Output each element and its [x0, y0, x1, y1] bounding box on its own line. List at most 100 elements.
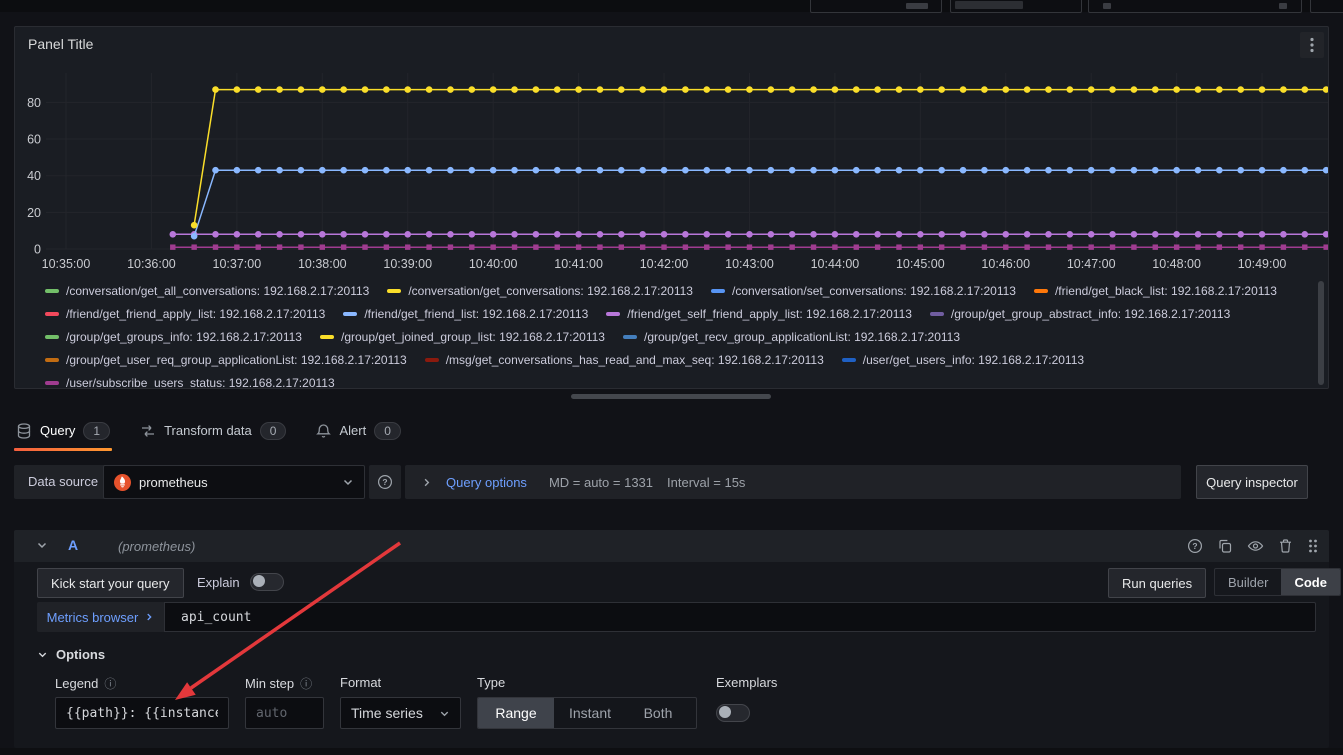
series-label: /group/get_group_abstract_info: 192.168.… [951, 307, 1230, 321]
tab-transform-data[interactable]: Transform data 0 [138, 410, 288, 451]
tab-label: Alert [339, 423, 366, 438]
run-queries-button[interactable]: Run queries [1108, 568, 1206, 598]
tab-label: Transform data [164, 423, 252, 438]
datasource-value: prometheus [139, 475, 334, 490]
legend-item[interactable]: /msg/get_conversations_has_read_and_max_… [425, 348, 824, 371]
series-label: /group/get_user_req_group_applicationLis… [66, 353, 407, 367]
series-color-marker [930, 312, 944, 316]
datasource-row: Data source prometheus ? Query options M… [14, 465, 1329, 499]
format-select[interactable]: Time series [340, 697, 461, 729]
legend-item[interactable]: /conversation/get_conversations: 192.168… [387, 279, 693, 302]
max-data-points-summary: MD = auto = 1331 [549, 475, 653, 490]
format-value: Time series [351, 705, 423, 721]
drag-query-handle-icon[interactable] [1307, 538, 1319, 554]
database-icon [16, 423, 32, 439]
panel-resize-handle[interactable] [571, 394, 771, 399]
svg-text:10:38:00: 10:38:00 [298, 257, 347, 271]
topbar-control[interactable] [950, 0, 1082, 13]
metrics-browser-button[interactable]: Metrics browser [37, 602, 164, 632]
chevron-down-icon [37, 649, 48, 660]
legend-item[interactable]: /group/get_user_req_group_applicationLis… [45, 348, 407, 371]
series-label: /msg/get_conversations_has_read_and_max_… [446, 353, 824, 367]
query-datasource-hint: (prometheus) [118, 539, 195, 554]
tab-count-badge: 0 [260, 422, 287, 440]
legend-scrollbar[interactable] [1318, 281, 1324, 385]
type-range-option[interactable]: Range [478, 698, 554, 728]
legend-item[interactable]: /conversation/set_conversations: 192.168… [711, 279, 1016, 302]
legend-item[interactable]: /friend/get_self_friend_apply_list: 192.… [606, 302, 912, 325]
legend-item[interactable]: /user/subscribe_users_status: 192.168.2.… [45, 371, 335, 389]
legend-item[interactable]: /friend/get_friend_list: 192.168.2.17:20… [343, 302, 588, 325]
svg-text:10:40:00: 10:40:00 [469, 257, 518, 271]
legend-item[interactable]: /group/get_group_abstract_info: 192.168.… [930, 302, 1230, 325]
chevron-down-icon [439, 708, 450, 719]
series-color-marker [343, 312, 357, 316]
legend-item[interactable]: /friend/get_black_list: 192.168.2.17:201… [1034, 279, 1277, 302]
svg-text:10:41:00: 10:41:00 [554, 257, 603, 271]
legend-item[interactable]: /group/get_joined_group_list: 192.168.2.… [320, 325, 605, 348]
bottom-edge [0, 748, 1343, 755]
options-section-toggle[interactable]: Options [37, 647, 105, 662]
type-both-option[interactable]: Both [626, 698, 690, 728]
svg-text:10:37:00: 10:37:00 [213, 257, 262, 271]
query-actions: ? [1187, 538, 1319, 554]
svg-text:10:35:00: 10:35:00 [42, 257, 91, 271]
options-header-label: Options [56, 647, 105, 662]
series-color-marker [623, 335, 637, 339]
tab-query[interactable]: Query 1 [14, 410, 112, 451]
exemplars-toggle[interactable] [716, 704, 750, 722]
datasource-label: Data source [14, 465, 112, 499]
series-color-marker [320, 335, 334, 339]
info-icon: ⓘ [300, 675, 312, 692]
svg-text:10:44:00: 10:44:00 [811, 257, 860, 271]
legend-item[interactable]: /user/get_users_info: 192.168.2.17:20113 [842, 348, 1084, 371]
series-color-marker [425, 358, 439, 362]
explain-toggle[interactable] [250, 573, 284, 591]
svg-text:20: 20 [27, 206, 41, 220]
topbar-control[interactable] [810, 0, 942, 13]
legend-item[interactable]: /group/get_recv_group_applicationList: 1… [623, 325, 960, 348]
type-instant-option[interactable]: Instant [554, 698, 626, 728]
svg-text:10:46:00: 10:46:00 [981, 257, 1030, 271]
delete-query-icon[interactable] [1278, 538, 1293, 554]
collapse-query-icon[interactable] [36, 539, 48, 551]
min-step-input[interactable] [245, 697, 324, 729]
topbar-control[interactable] [1310, 0, 1343, 13]
editor-mode-switch: Builder Code [1214, 568, 1341, 596]
series-label: /friend/get_friend_list: 192.168.2.17:20… [364, 307, 588, 321]
code-mode-option[interactable]: Code [1281, 569, 1340, 595]
builder-mode-option[interactable]: Builder [1215, 569, 1281, 595]
series-label: /conversation/get_all_conversations: 192… [66, 284, 369, 298]
topbar-control[interactable] [1088, 0, 1302, 13]
chevron-right-icon [421, 477, 432, 488]
series-label: /group/get_groups_info: 192.168.2.17:201… [66, 330, 302, 344]
legend-item[interactable]: /group/get_groups_info: 192.168.2.17:201… [45, 325, 302, 348]
prometheus-icon [114, 474, 131, 491]
legend-format-input[interactable] [55, 697, 229, 729]
info-icon: ⓘ [104, 675, 116, 692]
query-inspector-button[interactable]: Query inspector [1196, 465, 1308, 499]
series-color-marker [606, 312, 620, 316]
kick-start-query-button[interactable]: Kick start your query [37, 568, 184, 598]
query-row-header[interactable]: A (prometheus) ? [14, 530, 1329, 562]
legend-item[interactable]: /friend/get_friend_apply_list: 192.168.2… [45, 302, 325, 325]
svg-text:80: 80 [27, 96, 41, 110]
series-color-marker [45, 312, 59, 316]
series-color-marker [45, 381, 59, 385]
series-label: /conversation/set_conversations: 192.168… [732, 284, 1016, 298]
help-icon[interactable]: ? [1187, 538, 1203, 554]
chart-legend: /conversation/get_all_conversations: 192… [45, 279, 1317, 389]
query-options-toggle[interactable]: Query options MD = auto = 1331 Interval … [405, 465, 1181, 499]
chevron-down-icon [342, 476, 354, 488]
promql-expression-input[interactable] [164, 602, 1316, 632]
datasource-help-button[interactable]: ? [369, 465, 401, 499]
time-series-chart[interactable]: 02040608010:35:0010:36:0010:37:0010:38:0… [15, 27, 1329, 277]
datasource-picker[interactable]: prometheus [103, 465, 365, 499]
toggle-visibility-icon[interactable] [1247, 538, 1264, 554]
tab-alert[interactable]: Alert 0 [314, 410, 402, 451]
grafana-panel-editor: Panel Title 02040608010:35:0010:36:0010:… [0, 0, 1343, 755]
tab-count-badge: 0 [374, 422, 401, 440]
duplicate-query-icon[interactable] [1217, 538, 1233, 554]
svg-text:0: 0 [34, 243, 41, 257]
legend-item[interactable]: /conversation/get_all_conversations: 192… [45, 279, 369, 302]
